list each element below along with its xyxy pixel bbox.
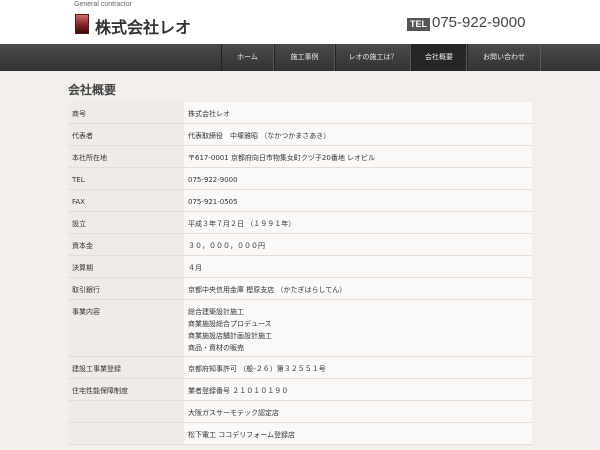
table-row: 住宅性能保障制度 業者登録番号 ２１０１０１９０ — [68, 378, 532, 401]
table-row: 大阪ガスサーモテック認定店 — [68, 400, 532, 423]
row-value: 代表取締役 中塚雅昭 （なかつかまさあき） — [184, 123, 532, 146]
company-profile-table: 商号 株式会社レオ 代表者 代表取締役 中塚雅昭 （なかつかまさあき） 本社所在… — [68, 102, 532, 445]
row-value: 京都府知事許可 （般-２６）第３２５５１号 — [184, 356, 532, 379]
row-label: TEL — [68, 167, 184, 190]
row-label: 住宅性能保障制度 — [68, 378, 184, 401]
nav-item-about-construction[interactable]: レオの施工は？ — [335, 44, 411, 71]
row-value: ４月 — [184, 255, 532, 278]
table-row: 松下電工 ココデリフォーム登録店 — [68, 422, 532, 445]
row-value: 株式会社レオ — [184, 102, 532, 124]
page-title: 会社概要 — [68, 83, 117, 97]
row-label: 本社所在地 — [68, 145, 184, 168]
site-tagline: General contractor — [74, 1, 132, 8]
table-row: FAX 075-921-0505 — [68, 189, 532, 212]
table-row: 決算期 ４月 — [68, 255, 532, 278]
row-label: 事業内容 — [68, 299, 184, 357]
row-label: 資本金 — [68, 233, 184, 256]
nav-item-contact[interactable]: お問い合わせ — [467, 44, 541, 71]
row-label: 商号 — [68, 102, 184, 124]
table-row: 本社所在地 〒617-0001 京都府向日市物集女町クヅ子20番地 レオビル — [68, 145, 532, 168]
business-item: 商業施設総合プロデュース — [188, 320, 272, 328]
row-label: 決算期 — [68, 255, 184, 278]
table-row: 事業内容 総合建築設計施工 商業施設総合プロデュース 商業施設店舗計画設計施工 … — [68, 299, 532, 357]
table-row: 設立 平成３年７月２日 （１９９１年） — [68, 211, 532, 234]
row-value: 075-921-0505 — [184, 189, 532, 212]
main-content: 会社概要 商号 株式会社レオ 代表者 代表取締役 中塚雅昭 （なかつかまさあき）… — [68, 82, 532, 445]
row-value: 大阪ガスサーモテック認定店 — [184, 400, 532, 423]
nav-item-company-profile[interactable]: 会社概要 — [411, 44, 467, 71]
row-value: 075-922-9000 — [184, 167, 532, 190]
row-value: 〒617-0001 京都府向日市物集女町クヅ子20番地 レオビル — [184, 145, 532, 168]
row-label: 設立 — [68, 211, 184, 234]
nav-item-home[interactable]: ホーム — [221, 44, 274, 71]
row-value: 業者登録番号 ２１０１０１９０ — [184, 378, 532, 401]
table-row: 取引銀行 京都中央信用金庫 樫原支店 （かたぎはらしてん） — [68, 277, 532, 300]
row-label — [68, 422, 184, 445]
table-row: 建設工事業登録 京都府知事許可 （般-２６）第３２５５１号 — [68, 356, 532, 379]
tel-badge: TEL — [407, 18, 430, 31]
business-item: 商業施設店舗計画設計施工 — [188, 332, 272, 340]
site-header: General contractor 株式会社レオ TEL 075-922-90… — [0, 0, 600, 44]
header-phone-number[interactable]: 075-922-9000 — [432, 14, 525, 31]
company-name-logo[interactable]: 株式会社レオ — [95, 14, 191, 38]
row-value: 京都中央信用金庫 樫原支店 （かたぎはらしてん） — [184, 277, 532, 300]
row-label: 取引銀行 — [68, 277, 184, 300]
row-value: 平成３年７月２日 （１９９１年） — [184, 211, 532, 234]
nav-item-works[interactable]: 施工事例 — [274, 44, 335, 71]
table-row: 商号 株式会社レオ — [68, 102, 532, 124]
table-row: 代表者 代表取締役 中塚雅昭 （なかつかまさあき） — [68, 123, 532, 146]
business-item: 総合建築設計施工 — [188, 308, 244, 316]
row-value: ３０，０００，０００円 — [184, 233, 532, 256]
business-item: 商品・資材の販売 — [188, 344, 244, 352]
row-value: 松下電工 ココデリフォーム登録店 — [184, 422, 532, 445]
table-row: 資本金 ３０，０００，０００円 — [68, 233, 532, 256]
row-label — [68, 400, 184, 423]
company-logo-icon[interactable] — [75, 14, 89, 34]
row-label: 代表者 — [68, 123, 184, 146]
main-navigation: ホーム 施工事例 レオの施工は？ 会社概要 お問い合わせ — [0, 44, 600, 71]
row-label: 建設工事業登録 — [68, 356, 184, 379]
row-value: 総合建築設計施工 商業施設総合プロデュース 商業施設店舗計画設計施工 商品・資材… — [184, 299, 532, 357]
row-label: FAX — [68, 189, 184, 212]
table-row: TEL 075-922-9000 — [68, 167, 532, 190]
